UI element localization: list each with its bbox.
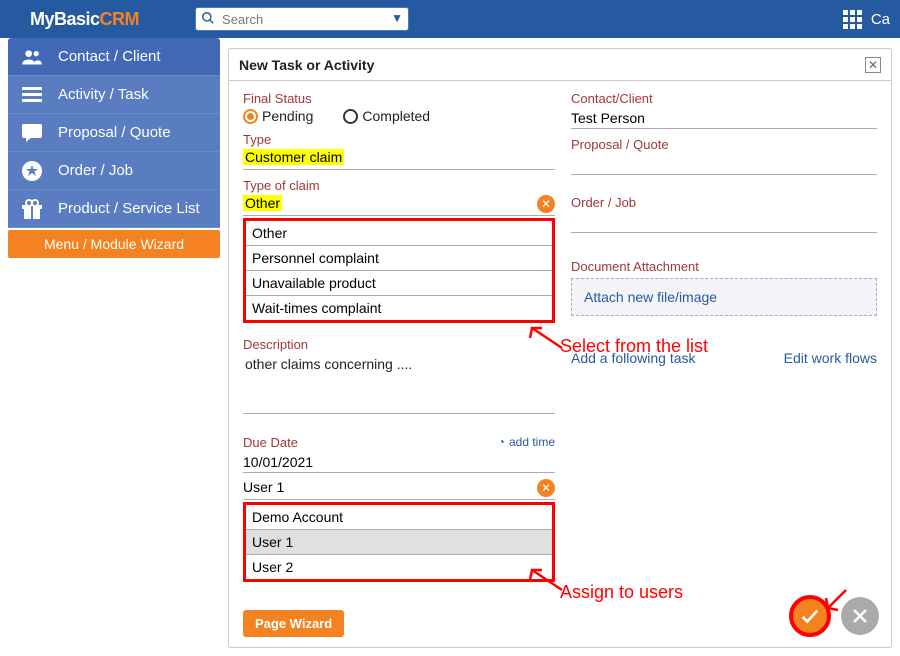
user-option[interactable]: User 2 [246,555,552,579]
apps-grid-icon[interactable] [843,10,861,28]
contact-client-label: Contact/Client [571,91,877,106]
brand-logo: MyBasicCRM [30,9,139,30]
radio-completed[interactable]: Completed [343,108,430,124]
clear-icon[interactable]: ✕ [537,195,555,213]
clear-icon[interactable]: ✕ [537,479,555,497]
gift-icon [22,199,42,219]
col-right: Contact/Client Proposal / Quote Order / … [571,91,877,637]
brand-prefix: MyBasic [30,9,100,29]
type-field[interactable]: Customer claim [243,149,555,170]
radio-pending[interactable]: Pending [243,108,313,124]
sidebar-label: Proposal / Quote [58,124,171,141]
cancel-button[interactable] [841,597,879,635]
sidebar: Contact / Client Activity / Task Proposa… [8,38,220,258]
sidebar-label: Order / Job [58,162,133,179]
proposal-quote-label: Proposal / Quote [571,137,877,152]
col-left: Final Status Pending Completed Type Cust… [243,91,555,637]
brand-suffix: CRM [100,9,140,29]
topbar: MyBasicCRM ▼ Ca [0,0,900,38]
menu-module-wizard-button[interactable]: Menu / Module Wizard [8,230,220,258]
type-label: Type [243,132,555,147]
add-following-task-link[interactable]: Add a following task [571,350,696,366]
sidebar-item-proposal[interactable]: Proposal / Quote [8,114,220,152]
claim-dropdown: Other Personnel complaint Unavailable pr… [243,218,555,323]
assignee-value: User 1 [243,479,284,495]
claim-option[interactable]: Personnel complaint [246,246,552,271]
claim-option[interactable]: Other [246,221,552,246]
description-input[interactable] [243,354,555,414]
add-time-button[interactable]: ◔ add time [498,435,555,449]
description-label: Description [243,337,555,352]
contact-client-input[interactable] [571,108,877,129]
document-attachment-label: Document Attachment [571,259,877,274]
user-option[interactable]: Demo Account [246,505,552,530]
sidebar-item-product[interactable]: Product / Service List [8,190,220,228]
check-icon [799,605,821,627]
sidebar-label: Product / Service List [58,200,200,217]
save-button[interactable] [789,595,831,637]
claim-option[interactable]: Unavailable product [246,271,552,296]
type-of-claim-label: Type of claim [243,178,555,193]
search-wrap: ▼ [195,7,409,31]
edit-workflows-link[interactable]: Edit work flows [784,350,877,366]
close-icon[interactable]: ✕ [865,57,881,73]
sidebar-label: Activity / Task [58,86,149,103]
sidebar-item-order[interactable]: Order / Job [8,152,220,190]
radio-label: Pending [262,108,313,124]
type-of-claim-field[interactable]: Other ✕ [243,195,555,216]
topright-label[interactable]: Ca [871,11,890,28]
user-option[interactable]: User 1 [246,530,552,555]
chat-icon [22,123,42,143]
search-input[interactable] [195,7,409,31]
close-icon [852,608,868,624]
topbar-right: Ca [843,10,890,28]
add-time-label: add time [509,435,555,449]
radio-icon [243,109,258,124]
assignee-field[interactable]: User 1 ✕ [243,479,555,500]
user-dropdown: Demo Account User 1 User 2 [243,502,555,582]
list-icon [22,85,42,105]
sidebar-item-activity[interactable]: Activity / Task [8,76,220,114]
radio-label: Completed [362,108,430,124]
type-value: Customer claim [243,149,344,165]
search-dropdown-icon[interactable]: ▼ [391,11,403,25]
due-date-input[interactable] [243,452,555,473]
order-job-input[interactable] [571,212,877,233]
panel-title: New Task or Activity [239,57,374,73]
task-panel: New Task or Activity ✕ Final Status Pend… [228,48,892,648]
final-status-radios: Pending Completed [243,108,555,124]
attach-file-button[interactable]: Attach new file/image [571,278,877,316]
clock-icon: ◔ [498,435,505,449]
final-status-label: Final Status [243,91,555,106]
page-wizard-button[interactable]: Page Wizard [243,610,344,637]
star-circle-icon [22,161,42,181]
sidebar-item-contact[interactable]: Contact / Client [8,38,220,76]
claim-option[interactable]: Wait-times complaint [246,296,552,320]
sidebar-label: Contact / Client [58,48,161,65]
order-job-label: Order / Job [571,195,877,210]
type-of-claim-value: Other [243,195,282,211]
search-icon [201,11,215,28]
radio-icon [343,109,358,124]
panel-header: New Task or Activity ✕ [229,49,891,81]
users-icon [22,47,42,67]
proposal-quote-input[interactable] [571,154,877,175]
